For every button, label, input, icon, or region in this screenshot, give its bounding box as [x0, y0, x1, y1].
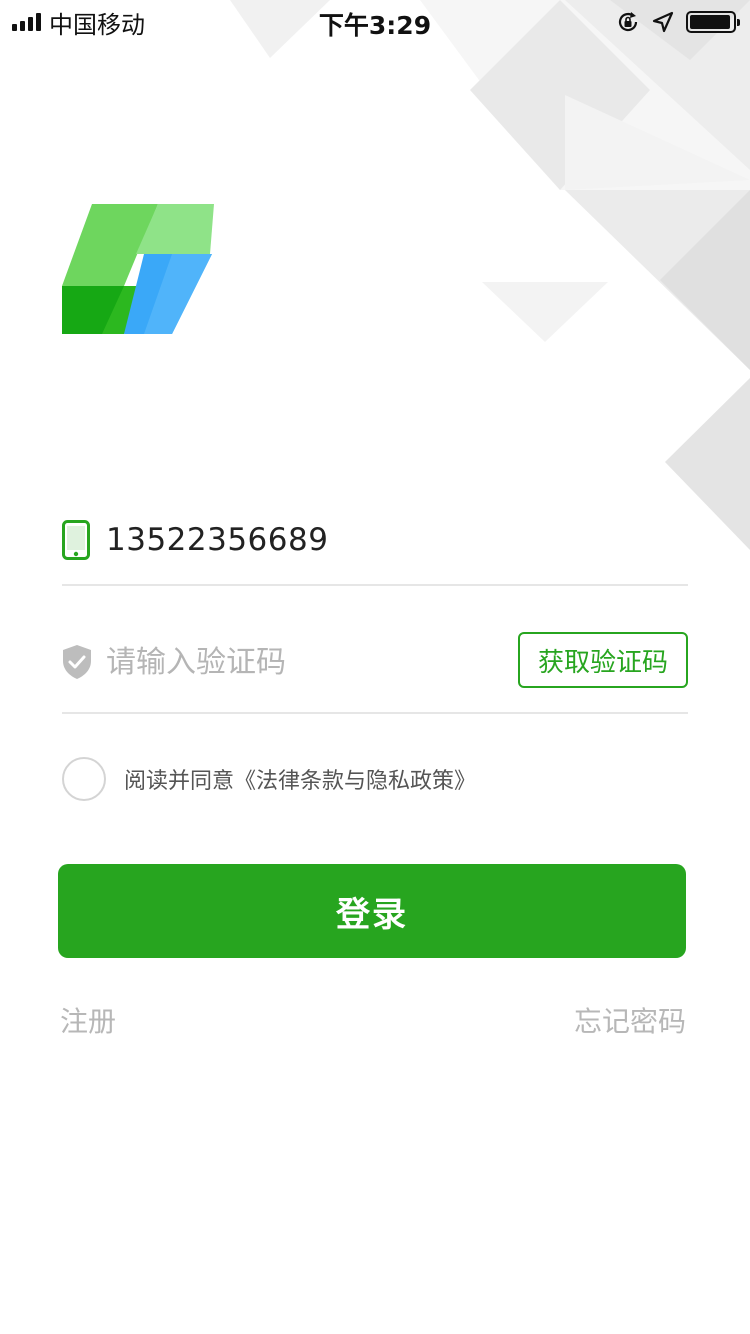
phone-icon — [62, 520, 90, 560]
status-bar: 中国移动 下午3:29 — [0, 0, 750, 44]
phone-number-field[interactable]: 13522356689 — [106, 522, 328, 558]
app-logo — [62, 204, 214, 334]
location-arrow-icon — [652, 11, 674, 33]
login-button[interactable]: 登录 — [58, 864, 686, 958]
orientation-lock-icon — [618, 12, 638, 32]
agreement-text[interactable]: 阅读并同意《法律条款与隐私政策》 — [124, 763, 476, 795]
agreement-checkbox[interactable] — [62, 757, 106, 801]
verification-code-input[interactable] — [106, 640, 506, 684]
shield-check-icon — [63, 645, 91, 679]
code-row: 获取验证码 — [62, 622, 688, 714]
get-code-button[interactable]: 获取验证码 — [518, 632, 688, 688]
phone-row: 13522356689 — [62, 508, 688, 586]
battery-icon — [686, 11, 740, 33]
register-link[interactable]: 注册 — [60, 1000, 116, 1040]
status-right — [616, 6, 740, 38]
battery-level — [690, 15, 730, 29]
agreement-row: 阅读并同意《法律条款与隐私政策》 — [62, 756, 476, 802]
forgot-password-link[interactable]: 忘记密码 — [574, 1000, 686, 1040]
